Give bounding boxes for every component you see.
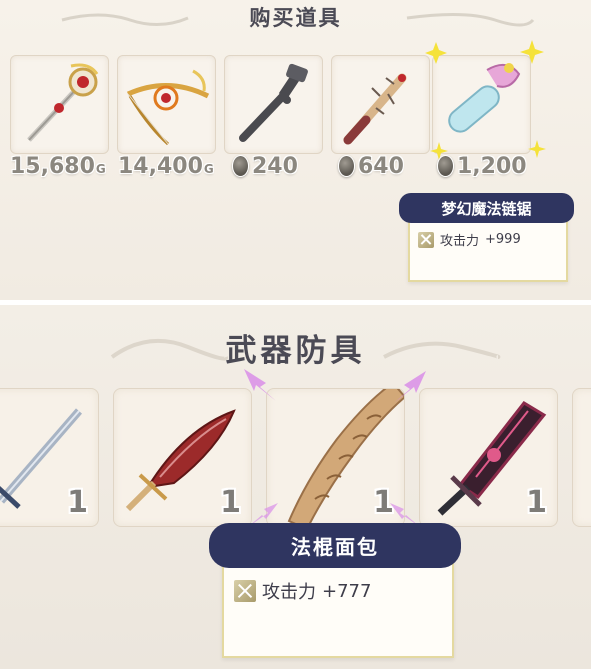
shop-item-1-price: 15,680 G [10, 153, 106, 179]
pipe-icon [239, 63, 308, 142]
weapon-item-4[interactable]: 1 [419, 388, 558, 527]
weapon-panel: 武器防具 1 1 1 1 攻击力 +777 法棍面包 [0, 305, 591, 669]
item-count: 1 [526, 485, 547, 520]
shop-item-4-price: 640 [338, 151, 404, 181]
sparkle-icon [528, 140, 546, 158]
weapon-item-5[interactable] [572, 388, 591, 527]
shop-item-5-selected[interactable] [432, 55, 531, 154]
shop-item-1[interactable] [10, 55, 109, 154]
attack-icon [234, 580, 256, 602]
golden-bow-icon [126, 69, 210, 146]
shop-item-2-price: 14,400 G [118, 153, 214, 179]
weapon-title: 武器防具 [225, 333, 366, 369]
item-count: 1 [67, 485, 88, 520]
weapon-item-1[interactable]: 1 [0, 388, 99, 527]
coin-icon [437, 155, 454, 177]
shop-item-3-price: 240 [232, 151, 298, 181]
stat-value: +999 [485, 232, 521, 247]
title-ornament-right [383, 341, 501, 359]
weapon-tooltip-stat: 攻击力 +777 [234, 578, 371, 604]
weapon-tooltip-name: 法棍面包 [209, 523, 461, 568]
shop-panel: 购买道具 15,680 G 14,400 G 240 640 1,200 攻击力… [0, 0, 591, 300]
sparkle-icon [244, 369, 276, 401]
coin-icon [232, 155, 249, 177]
item-count: 1 [220, 485, 241, 520]
shop-item-3[interactable] [224, 55, 323, 154]
weapon-item-3-selected[interactable]: 1 [266, 388, 405, 527]
stat-value: +777 [322, 580, 372, 602]
attack-icon [418, 231, 434, 248]
shop-item-4[interactable] [331, 55, 430, 154]
sparkle-icon [425, 42, 447, 64]
ornate-staff-icon [27, 63, 99, 142]
coin-icon [338, 155, 355, 177]
shop-tooltip-name: 梦幻魔法链锯 [399, 193, 574, 223]
weapon-item-2[interactable]: 1 [113, 388, 252, 527]
weapon-tooltip: 攻击力 +777 [222, 560, 454, 658]
shop-item-5-price: 1,200 [437, 151, 527, 181]
stat-label: 攻击力 [262, 582, 316, 603]
stat-label: 攻击力 [440, 234, 480, 249]
shop-tooltip-stat: 攻击力 +999 [418, 230, 521, 249]
spiked-club-icon [343, 73, 407, 145]
sparkle-icon [520, 40, 544, 64]
title-ornament-right [406, 12, 535, 27]
shop-item-2[interactable] [117, 55, 216, 154]
shop-tooltip: 攻击力 +999 [408, 216, 568, 282]
